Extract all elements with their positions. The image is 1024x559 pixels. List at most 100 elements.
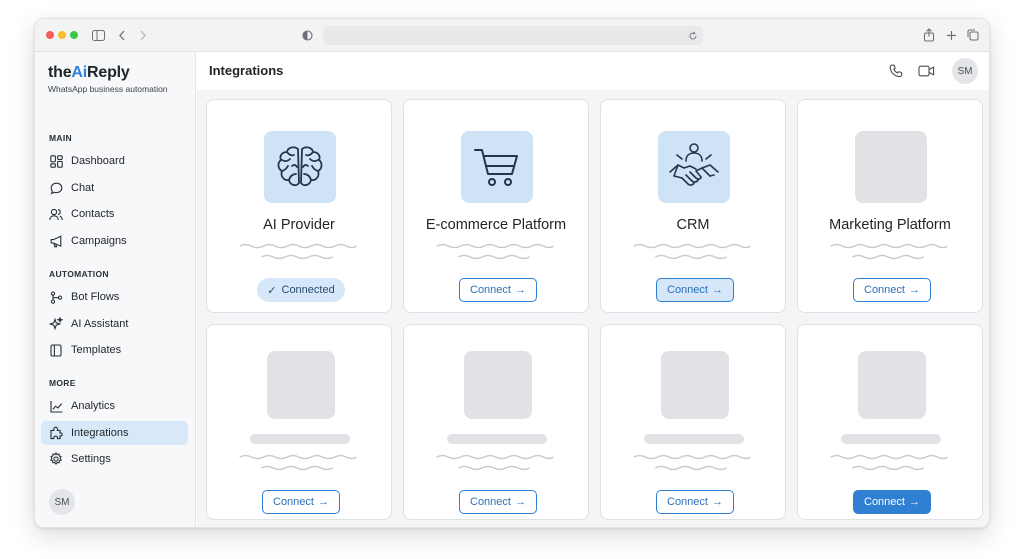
- page-title: Integrations: [209, 63, 284, 78]
- icon-placeholder: [464, 351, 532, 419]
- brand-suffix: Reply: [87, 64, 130, 81]
- sidebar-item-bot-flows[interactable]: Bot Flows: [41, 285, 188, 309]
- brand-ai: Ai: [71, 64, 88, 81]
- icon-placeholder: [855, 131, 927, 203]
- sidebar-user-avatar[interactable]: SM: [49, 489, 75, 515]
- arrow-right-icon: →: [908, 284, 920, 296]
- ai-provider-tile: [264, 131, 336, 203]
- integrations-grid: AI Provider ✓ Connected E-commerce Platf: [197, 90, 989, 527]
- back-icon[interactable]: [114, 27, 130, 43]
- flow-icon: [49, 290, 63, 304]
- sidebar-item-analytics[interactable]: Analytics: [41, 394, 188, 418]
- sidebar-item-templates[interactable]: Templates: [41, 338, 188, 362]
- integration-card-placeholder: Connect →: [403, 324, 589, 520]
- integration-card-ecommerce: E-commerce Platform Connect →: [403, 99, 589, 313]
- check-icon: ✓: [267, 284, 277, 297]
- phone-icon[interactable]: [887, 63, 905, 79]
- sidebar-item-label: Settings: [71, 453, 111, 465]
- connect-button[interactable]: Connect →: [656, 278, 734, 302]
- connected-button[interactable]: ✓ Connected: [257, 278, 345, 302]
- description-placeholder: [830, 454, 948, 471]
- connect-button[interactable]: Connect →: [262, 490, 340, 514]
- connect-button[interactable]: Connect →: [459, 278, 537, 302]
- arrow-right-icon: →: [711, 284, 723, 296]
- arrow-right-icon: →: [514, 284, 526, 296]
- browser-titlebar: [35, 19, 989, 52]
- video-call-icon[interactable]: [917, 63, 935, 79]
- card-title: Marketing Platform: [829, 217, 951, 233]
- description-placeholder: [633, 243, 751, 260]
- minimize-window-button[interactable]: [58, 31, 66, 39]
- integration-card-ai-provider: AI Provider ✓ Connected: [206, 99, 392, 313]
- sidebar-item-label: Campaigns: [71, 235, 127, 247]
- arrow-right-icon: →: [514, 496, 526, 508]
- sidebar-item-settings[interactable]: Settings: [41, 447, 188, 471]
- privacy-shield-icon[interactable]: [299, 27, 315, 43]
- gear-icon: [49, 452, 63, 466]
- sidebar-item-label: Chat: [71, 182, 95, 194]
- megaphone-icon: [49, 234, 63, 248]
- brain-icon: [277, 146, 323, 187]
- connect-button-primary[interactable]: Connect →: [853, 490, 931, 514]
- icon-placeholder: [661, 351, 729, 419]
- sidebar-item-label: Dashboard: [71, 155, 125, 167]
- section-label-more: MORE: [49, 378, 76, 388]
- crm-tile: [658, 131, 730, 203]
- sidebar-item-campaigns[interactable]: Campaigns: [41, 229, 188, 253]
- header-user-avatar[interactable]: SM: [952, 58, 978, 84]
- maximize-window-button[interactable]: [70, 31, 78, 39]
- title-placeholder: [644, 434, 744, 444]
- brand-logo[interactable]: theAiReply: [48, 64, 130, 82]
- handshake-icon: [669, 143, 719, 186]
- arrow-right-icon: →: [317, 496, 329, 508]
- card-title: AI Provider: [263, 217, 335, 233]
- integration-card-placeholder: Connect →: [206, 324, 392, 520]
- section-label-automation: AUTOMATION: [49, 269, 109, 279]
- sidebar: theAiReply WhatsApp business automation …: [35, 52, 196, 527]
- new-tab-icon[interactable]: [943, 27, 959, 43]
- shopping-cart-icon: [474, 149, 518, 186]
- chart-line-icon: [49, 399, 63, 413]
- connect-button[interactable]: Connect →: [459, 490, 537, 514]
- sidebar-toggle-icon[interactable]: [90, 27, 106, 43]
- reload-icon[interactable]: [685, 28, 701, 44]
- sidebar-item-label: AI Assistant: [71, 318, 129, 330]
- tab-overview-icon[interactable]: [965, 27, 981, 43]
- sidebar-item-label: Templates: [71, 344, 122, 356]
- section-label-main: MAIN: [49, 133, 72, 143]
- chat-bubble-icon: [49, 181, 63, 195]
- share-icon[interactable]: [921, 27, 937, 43]
- description-placeholder: [239, 454, 357, 471]
- address-bar[interactable]: [323, 26, 703, 45]
- button-label: Connect: [470, 496, 511, 508]
- description-placeholder: [436, 454, 554, 471]
- integration-card-marketing: Marketing Platform Connect →: [797, 99, 983, 313]
- connect-button[interactable]: Connect →: [853, 278, 931, 302]
- connect-button[interactable]: Connect →: [656, 490, 734, 514]
- sidebar-item-contacts[interactable]: Contacts: [41, 202, 188, 226]
- sparkles-icon: [49, 317, 63, 331]
- template-icon: [49, 343, 63, 357]
- sidebar-item-label: Integrations: [71, 427, 129, 439]
- forward-icon[interactable]: [135, 27, 151, 43]
- users-icon: [49, 207, 63, 221]
- ecommerce-tile: [461, 131, 533, 203]
- brand-tagline: WhatsApp business automation: [48, 84, 168, 94]
- button-label: Connect: [273, 496, 314, 508]
- sidebar-item-ai-assistant[interactable]: AI Assistant: [41, 312, 188, 336]
- integration-card-crm: CRM Connect →: [600, 99, 786, 313]
- arrow-right-icon: →: [908, 496, 920, 508]
- integration-card-placeholder: Connect →: [797, 324, 983, 520]
- description-placeholder: [830, 243, 948, 260]
- sidebar-item-dashboard[interactable]: Dashboard: [41, 149, 188, 173]
- sidebar-item-chat[interactable]: Chat: [41, 176, 188, 200]
- sidebar-item-integrations[interactable]: Integrations: [41, 421, 188, 445]
- button-label: Connect: [864, 284, 905, 296]
- description-placeholder: [436, 243, 554, 260]
- button-label: Connected: [281, 284, 335, 296]
- close-window-button[interactable]: [46, 31, 54, 39]
- button-label: Connect: [470, 284, 511, 296]
- card-title: E-commerce Platform: [425, 217, 567, 233]
- button-label: Connect: [667, 284, 708, 296]
- brand-prefix: the: [48, 64, 72, 81]
